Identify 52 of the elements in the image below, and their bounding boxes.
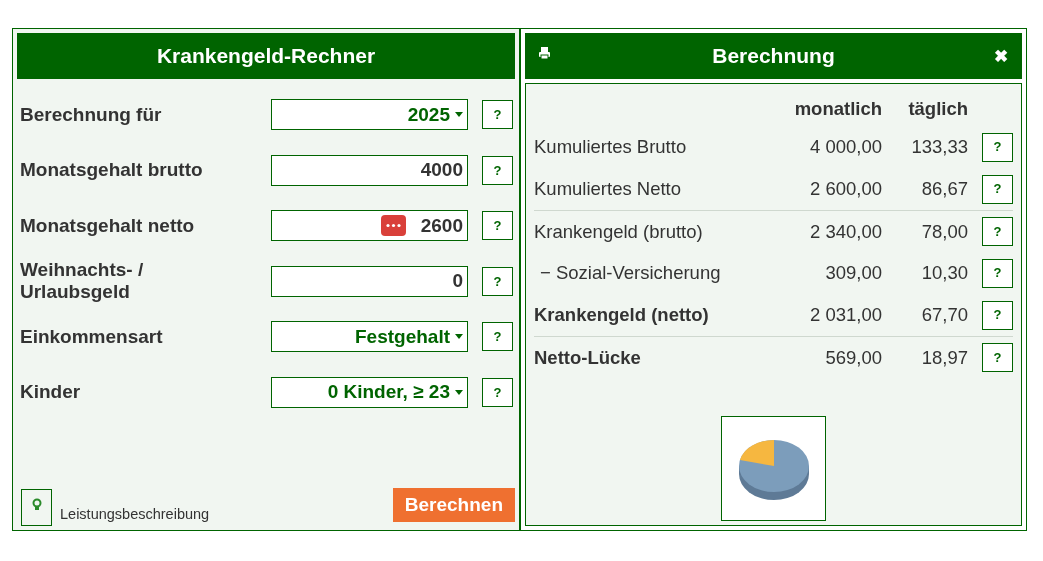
lightbulb-icon xyxy=(31,498,42,512)
column-header: monatlich xyxy=(793,97,882,122)
dropdown[interactable]: Festgehalt xyxy=(271,321,468,353)
field-label: Monatsgehalt brutto xyxy=(20,159,204,182)
input-field[interactable]: 4000 xyxy=(271,154,468,186)
table-cell-text: 2 340,00 xyxy=(809,219,882,244)
help-button[interactable]: ? xyxy=(482,100,513,130)
table-cell-text: 18,97 xyxy=(920,345,968,370)
panel-title: Krankengeld-Rechner xyxy=(17,33,515,79)
row-label: Kumuliertes Netto xyxy=(534,177,683,202)
row-label: Kumuliertes Brutto xyxy=(534,135,688,160)
table-cell-text: 569,00 xyxy=(824,345,882,370)
field-label: Weihnachts- / Urlaubsgeld xyxy=(20,259,145,304)
row-label: Krankengeld (brutto) xyxy=(534,219,704,244)
input-field[interactable]: 2600 xyxy=(271,210,468,242)
field-label: Monatsgehalt netto xyxy=(20,214,196,237)
help-button[interactable]: ? xyxy=(482,377,513,407)
password-manager-icon[interactable] xyxy=(381,215,406,237)
field-label: Einkommensart xyxy=(20,325,164,348)
table-cell-text: 67,70 xyxy=(920,303,968,328)
help-button[interactable]: ? xyxy=(482,211,513,241)
table-cell-text: 309,00 xyxy=(824,261,882,286)
row-label: Netto-Lücke xyxy=(534,345,642,370)
table-cell-text: 133,33 xyxy=(910,135,968,160)
row-label: − Sozial-Versicherung xyxy=(539,261,722,286)
dropdown[interactable]: 0 Kinder, ≥ 23 xyxy=(271,376,468,408)
field-label: Kinder xyxy=(20,381,82,404)
lightbulb-button[interactable] xyxy=(21,489,52,526)
dropdown[interactable]: 2025 xyxy=(271,99,468,131)
help-button[interactable]: ? xyxy=(482,266,513,296)
help-button[interactable]: ? xyxy=(482,155,513,185)
table-cell-text: 86,67 xyxy=(920,177,968,202)
table-cell-text: 4 000,00 xyxy=(809,135,882,160)
input-field[interactable]: 0 xyxy=(271,265,468,297)
table-cell-text: 2 600,00 xyxy=(809,177,882,202)
help-button[interactable]: ? xyxy=(982,217,1013,246)
table-cell-text: 78,00 xyxy=(920,219,968,244)
help-button[interactable]: ? xyxy=(482,322,513,352)
column-header: täglich xyxy=(907,97,968,122)
close-icon[interactable]: ✖ xyxy=(994,44,1008,70)
description-link[interactable]: Leistungsbeschreibung xyxy=(60,504,210,526)
field-label: Berechnung für xyxy=(20,103,163,126)
row-label: Krankengeld (netto) xyxy=(534,303,710,328)
table-cell-text: 10,30 xyxy=(920,261,968,286)
print-icon[interactable] xyxy=(539,47,550,59)
help-button[interactable]: ? xyxy=(982,343,1013,372)
table-cell-text: 2 031,00 xyxy=(809,303,882,328)
help-button[interactable]: ? xyxy=(982,132,1013,162)
help-button[interactable]: ? xyxy=(982,174,1013,204)
help-button[interactable]: ? xyxy=(982,258,1013,288)
help-button[interactable]: ? xyxy=(982,300,1013,330)
panel-title: Berechnung xyxy=(712,43,835,70)
